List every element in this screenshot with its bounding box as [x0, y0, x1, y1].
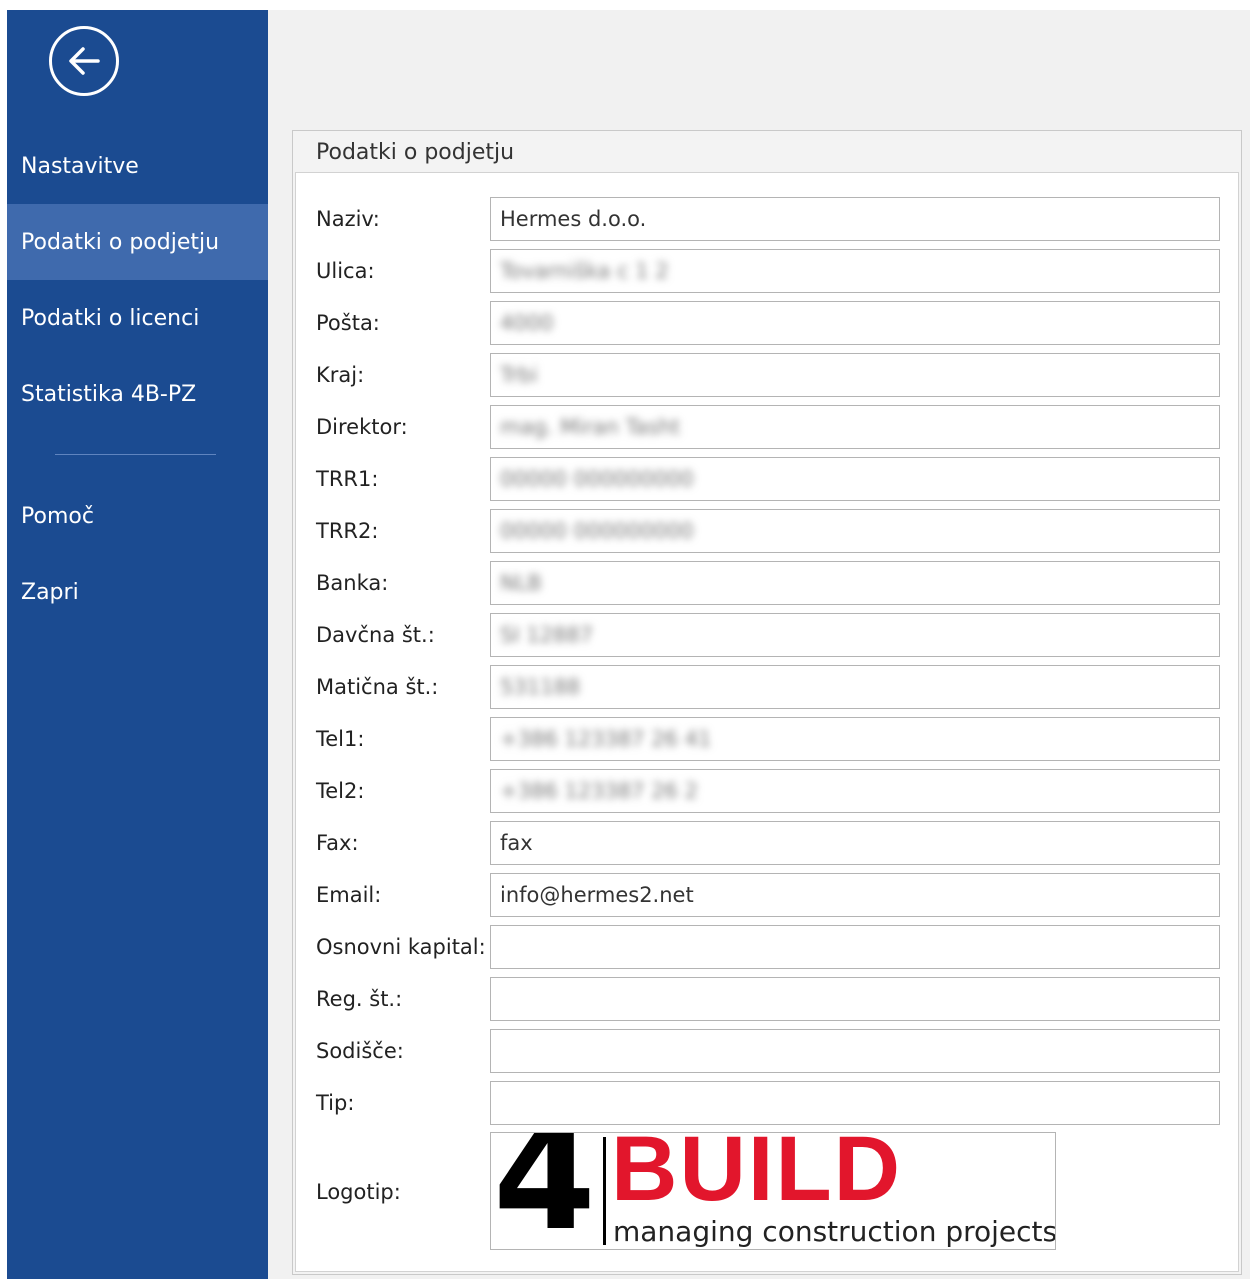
email-label: Email: — [316, 883, 382, 907]
posta-value: 4000 — [500, 311, 554, 335]
row-reg: Reg. št.: — [0, 977, 1250, 1021]
row-kapital: Osnovni kapital: — [0, 925, 1250, 969]
reg-input[interactable] — [490, 977, 1220, 1021]
kapital-label: Osnovni kapital: — [316, 935, 486, 959]
logo-image[interactable]: 4 BUILD managing construction projects — [490, 1132, 1056, 1250]
logo-number: 4 — [493, 1132, 596, 1250]
row-ulica: Ulica: Tovarniška c 1 2 — [0, 249, 1250, 293]
ulica-value: Tovarniška c 1 2 — [500, 259, 669, 283]
logo-word: BUILD — [611, 1132, 903, 1220]
tel2-input[interactable]: +386 123387 26 2 — [490, 769, 1220, 813]
maticna-label: Matična št.: — [316, 675, 439, 699]
row-davcna: Davčna št.: SI 12887 — [0, 613, 1250, 657]
fax-label: Fax: — [316, 831, 359, 855]
posta-input[interactable]: 4000 — [490, 301, 1220, 345]
direktor-label: Direktor: — [316, 415, 408, 439]
trr1-value: 00000 000000000 — [500, 467, 694, 491]
ulica-label: Ulica: — [316, 259, 375, 283]
fax-input[interactable]: fax — [490, 821, 1220, 865]
kraj-value: Trbi — [500, 363, 538, 387]
naziv-label: Naziv: — [316, 207, 380, 231]
davcna-label: Davčna št.: — [316, 623, 435, 647]
reg-label: Reg. št.: — [316, 987, 403, 1011]
trr2-value: 00000 000000000 — [500, 519, 694, 543]
email-input[interactable]: info@hermes2.net — [490, 873, 1220, 917]
sodisce-input[interactable] — [490, 1029, 1220, 1073]
banka-label: Banka: — [316, 571, 389, 595]
row-tip: Tip: — [0, 1081, 1250, 1125]
naziv-input[interactable]: Hermes d.o.o. — [490, 197, 1220, 241]
row-kraj: Kraj: Trbi — [0, 353, 1250, 397]
trr1-label: TRR1: — [316, 467, 379, 491]
tel2-label: Tel2: — [316, 779, 365, 803]
row-banka: Banka: NLB — [0, 561, 1250, 605]
kapital-input[interactable] — [490, 925, 1220, 969]
banka-input[interactable]: NLB — [490, 561, 1220, 605]
logo-divider — [603, 1137, 606, 1245]
tip-input[interactable] — [490, 1081, 1220, 1125]
row-maticna: Matična št.: 531188 — [0, 665, 1250, 709]
logotip-label: Logotip: — [316, 1180, 401, 1204]
arrow-left-circle-icon — [69, 47, 100, 75]
trr1-input[interactable]: 00000 000000000 — [490, 457, 1220, 501]
sidebar-item-nastavitve[interactable]: Nastavitve — [7, 128, 268, 204]
ulica-input[interactable]: Tovarniška c 1 2 — [490, 249, 1220, 293]
tip-label: Tip: — [316, 1091, 355, 1115]
direktor-value: mag. Miran Tasht — [500, 415, 681, 439]
row-email: Email: info@hermes2.net — [0, 873, 1250, 917]
tel1-input[interactable]: +386 123387 26 41 — [490, 717, 1220, 761]
banka-value: NLB — [500, 571, 542, 595]
tel2-value: +386 123387 26 2 — [500, 779, 698, 803]
davcna-input[interactable]: SI 12887 — [490, 613, 1220, 657]
row-tel1: Tel1: +386 123387 26 41 — [0, 717, 1250, 761]
row-tel2: Tel2: +386 123387 26 2 — [0, 769, 1250, 813]
posta-label: Pošta: — [316, 311, 380, 335]
row-direktor: Direktor: mag. Miran Tasht — [0, 405, 1250, 449]
kraj-label: Kraj: — [316, 363, 365, 387]
trr2-label: TRR2: — [316, 519, 379, 543]
sodisce-label: Sodišče: — [316, 1039, 404, 1063]
row-sodisce: Sodišče: — [0, 1029, 1250, 1073]
direktor-input[interactable]: mag. Miran Tasht — [490, 405, 1220, 449]
logo-tagline: managing construction projects — [613, 1215, 1056, 1248]
tel1-value: +386 123387 26 41 — [500, 727, 712, 751]
sidebar-divider — [55, 454, 216, 455]
row-fax: Fax: fax — [0, 821, 1250, 865]
trr2-input[interactable]: 00000 000000000 — [490, 509, 1220, 553]
back-button[interactable] — [49, 26, 119, 96]
row-trr1: TRR1: 00000 000000000 — [0, 457, 1250, 501]
maticna-input[interactable]: 531188 — [490, 665, 1220, 709]
row-trr2: TRR2: 00000 000000000 — [0, 509, 1250, 553]
row-posta: Pošta: 4000 — [0, 301, 1250, 345]
kraj-input[interactable]: Trbi — [490, 353, 1220, 397]
maticna-value: 531188 — [500, 675, 581, 699]
davcna-value: SI 12887 — [500, 623, 594, 647]
panel-title: Podatki o podjetju — [316, 140, 515, 165]
row-naziv: Naziv: Hermes d.o.o. — [0, 197, 1250, 241]
tel1-label: Tel1: — [316, 727, 365, 751]
